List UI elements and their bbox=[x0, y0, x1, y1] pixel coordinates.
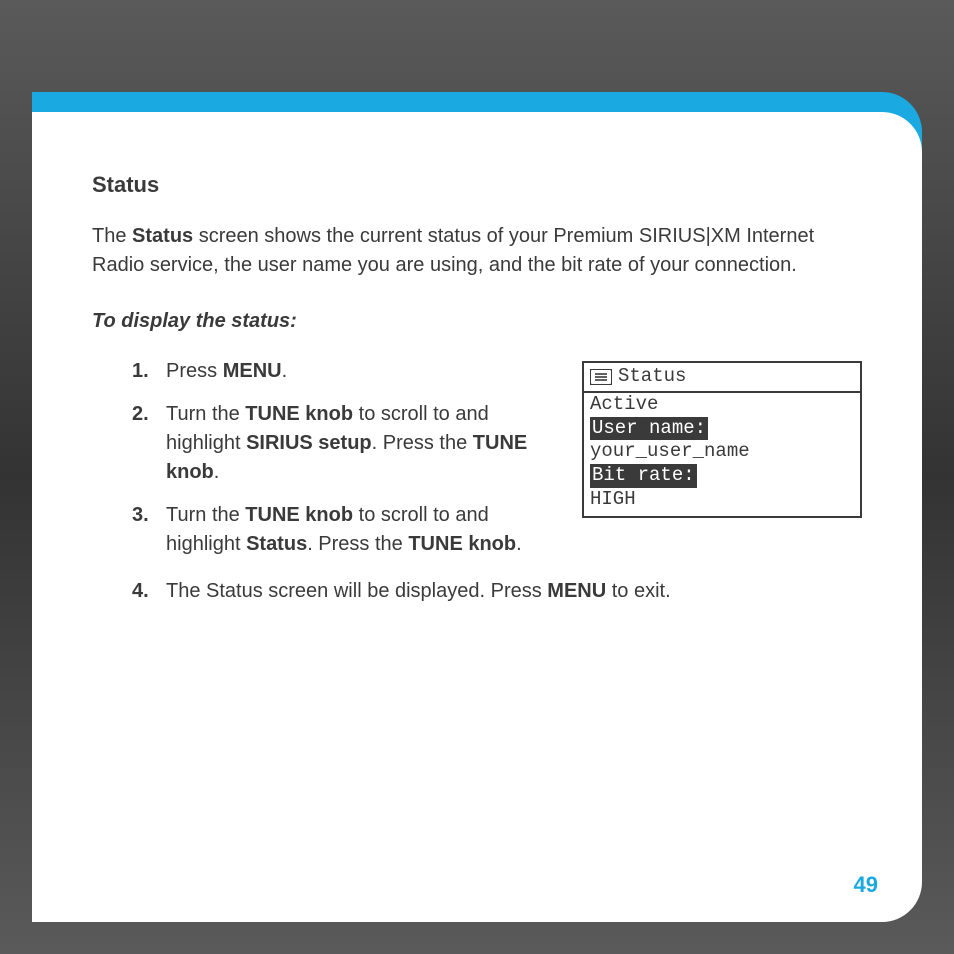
step-bold: MENU bbox=[547, 580, 606, 602]
step-bold: Status bbox=[246, 533, 307, 555]
step-text: to exit. bbox=[606, 580, 670, 602]
step-text: . Press the bbox=[372, 432, 473, 454]
intro-text: screen shows the current status of your … bbox=[92, 225, 814, 276]
lcd-body: Active User name: your_user_name Bit rat… bbox=[584, 393, 860, 516]
step-bold: SIRIUS setup bbox=[246, 432, 372, 454]
section-title: Status bbox=[92, 172, 862, 198]
steps-column: Press MENU. Turn the TUNE knob to scroll… bbox=[92, 357, 558, 573]
step-bold: MENU bbox=[223, 360, 282, 382]
step-text: Press bbox=[166, 360, 223, 382]
step-text: Turn the bbox=[166, 403, 245, 425]
step-text: Turn the bbox=[166, 504, 245, 526]
steps-column-continued: The Status screen will be displayed. Pre… bbox=[92, 577, 862, 606]
lcd-inverted-label: Bit rate: bbox=[590, 464, 697, 488]
sub-heading: To display the status: bbox=[92, 310, 862, 333]
lcd-row-bitrate-value: HIGH bbox=[590, 488, 860, 512]
step-text: . Press the bbox=[307, 533, 408, 555]
step-bold: TUNE knob bbox=[245, 504, 353, 526]
lcd-title: Status bbox=[618, 365, 686, 389]
lcd-row-bitrate-label: Bit rate: bbox=[590, 464, 860, 488]
content-row: Press MENU. Turn the TUNE knob to scroll… bbox=[92, 357, 862, 573]
intro-bold: Status bbox=[132, 225, 193, 247]
lcd-inverted-label: User name: bbox=[590, 417, 708, 441]
page-body: Status The Status screen shows the curre… bbox=[32, 112, 922, 922]
step-bold: TUNE knob bbox=[408, 533, 516, 555]
step-text: . bbox=[516, 533, 522, 555]
list-icon bbox=[590, 369, 612, 385]
step-text: . bbox=[214, 461, 220, 483]
manual-page: Status The Status screen shows the curre… bbox=[32, 32, 922, 922]
intro-text: The bbox=[92, 225, 132, 247]
intro-paragraph: The Status screen shows the current stat… bbox=[92, 222, 862, 280]
step-text: . bbox=[282, 360, 288, 382]
step-3: Turn the TUNE knob to scroll to and high… bbox=[132, 501, 558, 559]
step-4: The Status screen will be displayed. Pre… bbox=[132, 577, 862, 606]
step-bold: TUNE knob bbox=[245, 403, 353, 425]
lcd-header: Status bbox=[584, 363, 860, 393]
lcd-row-username-label: User name: bbox=[590, 417, 860, 441]
lcd-row-username-value: your_user_name bbox=[590, 440, 860, 464]
step-text: The Status screen will be displayed. Pre… bbox=[166, 580, 547, 602]
step-1: Press MENU. bbox=[132, 357, 558, 386]
page-number: 49 bbox=[854, 872, 878, 898]
step-2: Turn the TUNE knob to scroll to and high… bbox=[132, 400, 558, 487]
lcd-row-active: Active bbox=[590, 393, 860, 417]
lcd-screen-illustration: Status Active User name: your_user_name … bbox=[582, 361, 862, 518]
